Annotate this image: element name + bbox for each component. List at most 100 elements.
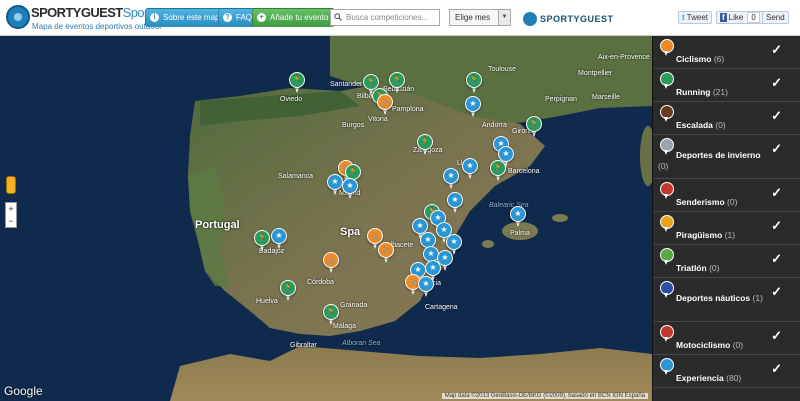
climbing-icon xyxy=(660,105,674,122)
category-escalada[interactable]: Escalada (0) ✓ xyxy=(653,102,800,135)
experience-event-marker[interactable]: ★ xyxy=(510,206,526,228)
map-label: Andorra xyxy=(482,122,507,129)
category-label: Running (21) xyxy=(676,87,728,97)
plus-icon: + xyxy=(257,13,266,22)
triathlon-icon xyxy=(660,248,674,265)
checkmark-icon[interactable]: ✓ xyxy=(771,75,782,91)
category-filter-sidebar: Ciclismo (6) ✓ Running (21) ✓ Escalada (… xyxy=(652,36,800,401)
zoom-control: + − xyxy=(5,202,17,228)
map-label: Vitoria xyxy=(368,116,388,123)
partner-logo-text: SPORTYGUEST xyxy=(540,14,614,24)
cycling-event-marker[interactable]: 🚲 xyxy=(378,242,394,264)
like-count: 0 xyxy=(747,12,760,23)
send-label: Send xyxy=(766,13,785,22)
experience-event-marker[interactable]: ★ xyxy=(443,168,459,190)
running-event-marker[interactable]: 🏃 xyxy=(526,116,542,138)
map-label: Santander xyxy=(330,81,363,88)
running-event-marker[interactable]: 🏃 xyxy=(389,72,405,94)
map-label: Perpignan xyxy=(545,96,577,103)
checkmark-icon[interactable]: ✓ xyxy=(771,328,782,344)
satellite-map[interactable]: Oviedo Santander Bilbao Sebastián Pamplo… xyxy=(0,36,652,401)
running-icon xyxy=(660,72,674,89)
info-icon: i xyxy=(150,13,159,22)
checkmark-icon[interactable]: ✓ xyxy=(771,251,782,267)
map-label: Granada xyxy=(340,302,368,309)
category-label: Motociclismo (0) xyxy=(676,340,744,350)
running-event-marker[interactable]: 🏃 xyxy=(254,230,270,252)
checkmark-icon[interactable]: ✓ xyxy=(771,141,782,157)
checkmark-icon[interactable]: ✓ xyxy=(771,42,782,58)
category-label: Triatlón (0) xyxy=(676,263,720,273)
chevron-down-icon: ▼ xyxy=(498,10,510,25)
search-placeholder: Busca competiciones... xyxy=(346,13,429,22)
checkmark-icon[interactable]: ✓ xyxy=(771,361,782,377)
running-event-marker[interactable]: 🏃 xyxy=(289,72,305,94)
running-event-marker[interactable]: 🏃 xyxy=(323,304,339,326)
category-triatlon[interactable]: Triatlón (0) ✓ xyxy=(653,245,800,278)
cycling-event-marker[interactable]: 🚲 xyxy=(377,94,393,116)
map-label: Oviedo xyxy=(280,96,303,103)
map-attribution: Map data ©2013 GeoBasis-DE/BKG (©2009), … xyxy=(441,393,648,399)
about-map-label: Sobre este mapa xyxy=(163,13,224,22)
category-deportes-nauticos[interactable]: Deportes náuticos (1) ✓ xyxy=(653,278,800,322)
street-view-pegman-icon[interactable] xyxy=(6,176,16,194)
map-label: Montpellier xyxy=(578,70,613,77)
add-event-label: Añade tu evento xyxy=(270,13,329,22)
category-label: Deportes náuticos (1) xyxy=(676,293,763,303)
twitter-icon: t xyxy=(682,13,685,22)
running-event-marker[interactable]: 🏃 xyxy=(466,72,482,94)
send-button[interactable]: Send xyxy=(762,11,789,24)
map-label: Aix-en-Provence xyxy=(598,54,650,61)
running-event-marker[interactable]: 🏃 xyxy=(490,160,506,182)
globe-icon xyxy=(6,5,30,29)
add-event-button[interactable]: + Añade tu evento xyxy=(252,8,336,27)
checkmark-icon[interactable]: ✓ xyxy=(771,108,782,124)
running-event-marker[interactable]: 🏃 xyxy=(417,134,433,156)
tweet-button[interactable]: t Tweet xyxy=(678,11,713,24)
search-icon xyxy=(334,13,342,21)
like-button[interactable]: f Like 0 xyxy=(716,11,764,24)
category-ciclismo[interactable]: Ciclismo (6) ✓ xyxy=(653,36,800,69)
bike-icon xyxy=(660,39,674,56)
partner-logo[interactable]: SPORTYGUEST xyxy=(523,9,614,29)
checkmark-icon[interactable]: ✓ xyxy=(771,284,782,300)
zoom-in-button[interactable]: + xyxy=(6,203,16,215)
category-senderismo[interactable]: Senderismo (0) ✓ xyxy=(653,179,800,212)
top-bar: SPORTYGUESTSportsMap Mapa de eventos dep… xyxy=(0,0,800,36)
category-label: Experiencia (80) xyxy=(676,373,742,383)
experience-event-marker[interactable]: ★ xyxy=(327,174,343,196)
category-experiencia[interactable]: Experiencia (80) ✓ xyxy=(653,355,800,388)
brand-part1: SPORTYGUEST xyxy=(31,5,123,20)
map-label: Huelva xyxy=(256,298,278,305)
category-piraguismo[interactable]: Piragüismo (1) ✓ xyxy=(653,212,800,245)
map-label: Gibraltar xyxy=(290,342,317,349)
experience-event-marker[interactable]: ★ xyxy=(271,228,287,250)
map-label: Cartagena xyxy=(425,304,458,311)
map-label: Palma xyxy=(510,230,530,237)
category-label: Piragüismo (1) xyxy=(676,230,736,240)
category-motociclismo[interactable]: Motociclismo (0) ✓ xyxy=(653,322,800,355)
search-input[interactable]: Busca competiciones... xyxy=(330,9,440,26)
running-event-marker[interactable]: 🏃 xyxy=(280,280,296,302)
experience-event-marker[interactable]: ★ xyxy=(447,192,463,214)
experience-event-marker[interactable]: ★ xyxy=(465,96,481,118)
cycling-event-marker[interactable]: 🚲 xyxy=(323,252,339,274)
map-label: Burgos xyxy=(342,122,365,129)
category-running[interactable]: Running (21) ✓ xyxy=(653,69,800,102)
zoom-out-button[interactable]: − xyxy=(6,215,16,227)
map-label: Alboran Sea xyxy=(342,340,381,347)
map-terrain xyxy=(170,36,652,401)
tweet-label: Tweet xyxy=(686,13,709,22)
map-label: Portugal xyxy=(195,219,240,231)
experience-event-marker[interactable]: ★ xyxy=(342,178,358,200)
map-label: Salamanca xyxy=(278,173,314,180)
experience-event-marker[interactable]: ★ xyxy=(462,158,478,180)
month-select[interactable]: Elige mes ▼ xyxy=(449,9,511,26)
map-label: Marseille xyxy=(592,94,621,101)
sportyguest-logo[interactable]: SPORTYGUESTSportsMap Mapa de eventos dep… xyxy=(6,3,181,33)
category-deportes-de-invierno[interactable]: Deportes de invierno (0) ✓ xyxy=(653,135,800,179)
checkmark-icon[interactable]: ✓ xyxy=(771,185,782,201)
experience-event-marker[interactable]: ★ xyxy=(418,276,434,298)
google-logo: Google xyxy=(4,384,43,398)
checkmark-icon[interactable]: ✓ xyxy=(771,218,782,234)
